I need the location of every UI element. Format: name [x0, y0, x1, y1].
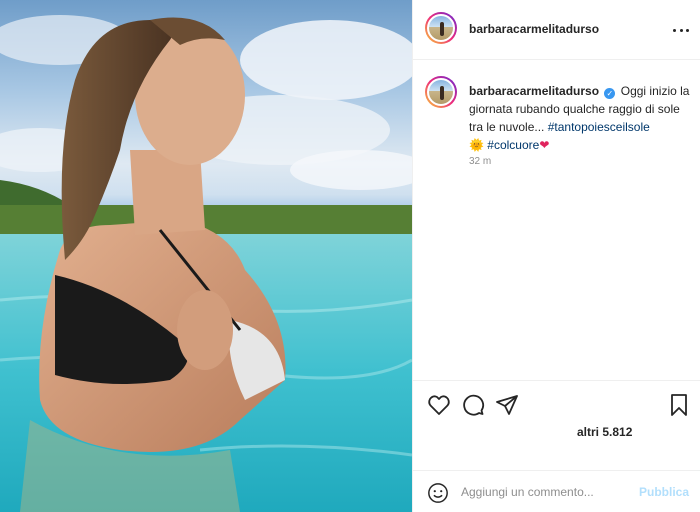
bookmark-icon[interactable] — [667, 393, 691, 417]
likes-count[interactable]: altri 5.812 — [577, 425, 632, 439]
comment-bar: Pubblica — [413, 470, 700, 512]
comment-icon[interactable] — [461, 393, 485, 417]
header-username[interactable]: barbaracarmelitadurso — [469, 22, 599, 36]
heart-icon[interactable] — [427, 393, 451, 417]
red-heart-emoji-icon: ❤ — [539, 138, 550, 152]
post-side-panel: barbaracarmelitadurso barbaracarmelitadu… — [412, 0, 700, 512]
hashtag-link[interactable]: #tantopoiesceilsole — [548, 120, 650, 134]
post-image[interactable] — [0, 0, 412, 512]
share-icon[interactable] — [495, 393, 519, 417]
header-avatar[interactable] — [425, 12, 457, 44]
publish-button[interactable]: Pubblica — [639, 485, 689, 499]
sun-emoji-icon: 🌞 — [469, 138, 484, 152]
caption-username[interactable]: barbaracarmelitadurso — [469, 84, 599, 98]
post-header: barbaracarmelitadurso — [413, 0, 700, 60]
action-bar: altri 5.812 — [413, 380, 700, 470]
comment-input[interactable] — [461, 481, 631, 503]
emoji-smile-icon[interactable] — [427, 482, 449, 504]
hashtag-link[interactable]: #colcuore — [487, 138, 539, 152]
post-photo-illustration — [0, 15, 412, 512]
caption-text: barbaracarmelitadurso ✓ Oggi inizio la g… — [469, 82, 695, 154]
verified-badge-icon: ✓ — [604, 88, 616, 99]
more-horizontal-icon[interactable] — [673, 22, 689, 38]
caption-avatar[interactable] — [425, 76, 457, 108]
post-timestamp[interactable]: 32 m — [469, 156, 491, 167]
